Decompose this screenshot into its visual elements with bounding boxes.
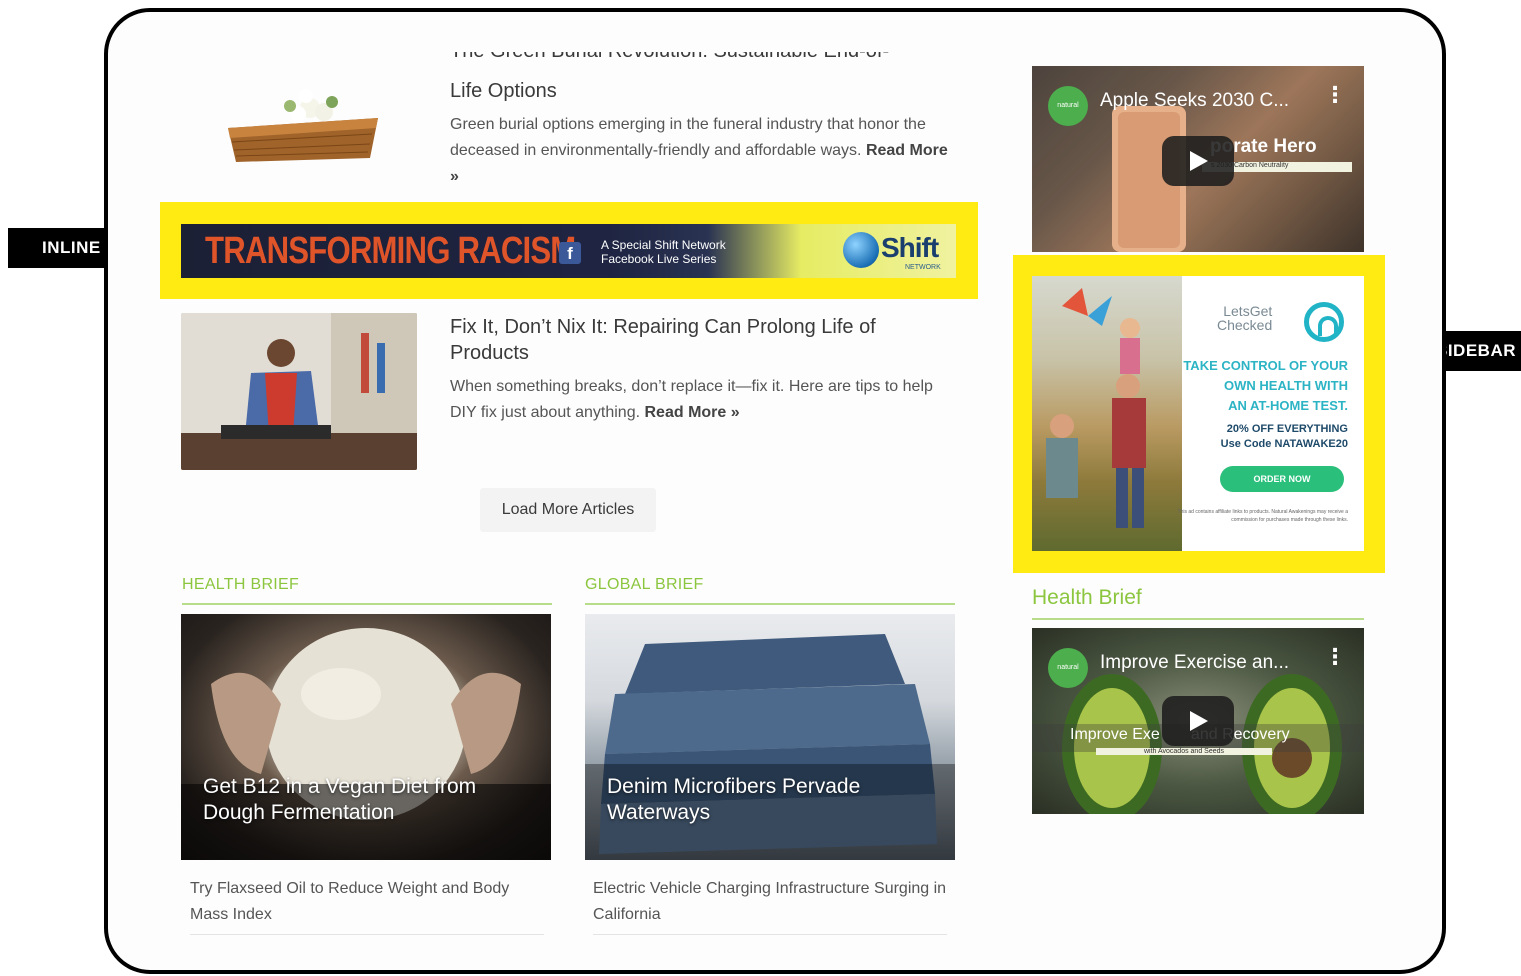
- video-title[interactable]: Improve Exercise an...: [1100, 652, 1289, 674]
- more-options-icon[interactable]: ⋮: [1324, 646, 1346, 668]
- ad-headline: TAKE CONTROL OF YOUR OWN HEALTH WITH AN …: [1183, 358, 1348, 413]
- more-options-icon[interactable]: ⋮: [1324, 84, 1346, 106]
- ad-headline: TRANSFORMING RACISM: [205, 230, 576, 272]
- sidebar-health-brief-heading[interactable]: Health Brief: [1032, 586, 1142, 610]
- letsgetchecked-logo: LetsGet Checked: [1217, 303, 1273, 333]
- vegan-b12-card[interactable]: Get B12 in a Vegan Diet from Dough Ferme…: [181, 614, 551, 860]
- article-description: Green burial options emerging in the fun…: [450, 116, 948, 185]
- coffin-image-icon: [228, 89, 378, 162]
- ad-subtitle: A Special Shift Network Facebook Live Se…: [601, 238, 726, 266]
- sidebar-video-apple[interactable]: natural Apple Seeks 2030 C... ⋮ porate H…: [1032, 66, 1364, 252]
- channel-badge: natural: [1048, 86, 1088, 126]
- coffin-thumbnail[interactable]: [220, 82, 386, 178]
- sidebar-video-avocado[interactable]: natural Improve Exercise an... ⋮ Improve…: [1032, 628, 1364, 814]
- video-overlay-sub: with Avocados and Seeds: [1096, 748, 1272, 755]
- shift-brand-sub: NETWORK: [905, 264, 941, 271]
- caption-rule: [190, 934, 544, 935]
- video-title[interactable]: Apple Seeks 2030 C...: [1100, 90, 1289, 112]
- health-brief-label[interactable]: HEALTH BRIEF: [182, 576, 299, 594]
- facebook-icon: f: [559, 242, 581, 264]
- global-brief-caption[interactable]: Electric Vehicle Charging Infrastructure…: [593, 876, 953, 928]
- sidebar-ad-letsgetchecked[interactable]: LetsGet Checked TAKE CONTROL OF YOUR OWN…: [1032, 276, 1364, 551]
- ad-fine-print: This ad contains affiliate links to prod…: [1177, 509, 1348, 523]
- global-brief-label[interactable]: GLOBAL BRIEF: [585, 576, 704, 594]
- article-description: When something breaks, don’t replace it—…: [450, 378, 933, 421]
- read-more-link[interactable]: Read More »: [645, 404, 740, 421]
- card-title: Get B12 in a Vegan Diet from Dough Ferme…: [203, 775, 477, 824]
- order-now-button[interactable]: ORDER NOW: [1220, 466, 1344, 492]
- article-title[interactable]: Fix It, Don’t Nix It: Repairing Can Prol…: [450, 314, 950, 366]
- shift-globe-icon: [843, 232, 879, 268]
- sidebar-heading-rule: [1032, 618, 1364, 620]
- denim-card[interactable]: Denim Microfibers Pervade Waterways: [585, 614, 955, 860]
- channel-badge: natural: [1048, 648, 1088, 688]
- repair-thumbnail[interactable]: [181, 313, 417, 470]
- ad-offer: 20% OFF EVERYTHING Use Code NATAWAKE20: [1220, 423, 1348, 450]
- inline-banner-ad[interactable]: TRANSFORMING RACISM f A Special Shift Ne…: [181, 224, 956, 278]
- health-brief-caption[interactable]: Try Flaxseed Oil to Reduce Weight and Bo…: [190, 876, 550, 928]
- health-brief-rule: [182, 603, 552, 605]
- shift-brand: Shift: [881, 232, 939, 263]
- repair-image-icon: [181, 313, 417, 470]
- caption-rule: [593, 934, 947, 935]
- article-title-continuation[interactable]: Life Options: [450, 78, 960, 104]
- play-button-icon[interactable]: [1162, 136, 1234, 186]
- load-more-articles-button[interactable]: Load More Articles: [480, 488, 656, 532]
- letsgetchecked-ring-icon: [1304, 302, 1344, 342]
- play-button-icon[interactable]: [1162, 696, 1234, 746]
- card-title: Denim Microfibers Pervade Waterways: [607, 775, 861, 824]
- global-brief-rule: [585, 603, 955, 605]
- article-title-cut[interactable]: The Green Burial Revolution: Sustainable…: [450, 52, 950, 78]
